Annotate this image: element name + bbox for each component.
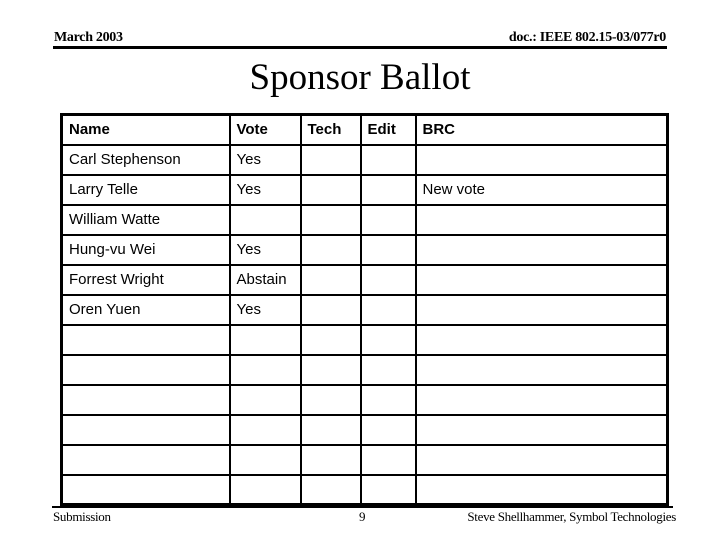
cell-vote: Yes: [228, 143, 302, 176]
table-row: [60, 473, 669, 506]
table-row: [60, 353, 669, 386]
ballot-table: Name Vote Tech Edit BRC Carl Stephenson Y…: [60, 113, 669, 506]
table-header-row: Name Vote Tech Edit BRC: [60, 113, 669, 146]
cell-name: Oren Yuen: [60, 293, 231, 326]
table-row: Larry Telle Yes New vote: [60, 173, 669, 206]
page-number: 9: [359, 509, 366, 524]
cell-tech: [299, 293, 362, 326]
cell-tech: [299, 143, 362, 176]
cell-vote: [228, 443, 302, 476]
ballot-table-body: Carl Stephenson Yes Larry Telle Yes New vote…: [60, 143, 669, 506]
cell-brc: [414, 143, 669, 176]
cell-name: [60, 473, 231, 506]
cell-vote: [228, 413, 302, 446]
cell-edit: [359, 143, 417, 176]
cell-vote: [228, 473, 302, 506]
cell-tech: [299, 353, 362, 386]
slide-title: Sponsor Ballot: [249, 57, 471, 98]
cell-vote: Yes: [228, 233, 302, 266]
cell-tech: [299, 383, 362, 416]
column-header-name: Name: [60, 113, 231, 146]
cell-vote: Yes: [228, 173, 302, 206]
table-row: [60, 383, 669, 416]
cell-edit: [359, 413, 417, 446]
cell-vote: [228, 323, 302, 356]
table-row: Oren Yuen Yes: [60, 293, 669, 326]
cell-name: Forrest Wright: [60, 263, 231, 296]
cell-brc: New vote: [414, 173, 669, 206]
cell-brc: [414, 293, 669, 326]
cell-edit: [359, 323, 417, 356]
table-row: Hung-vu Wei Yes: [60, 233, 669, 266]
footer-submission: Submission: [53, 509, 111, 524]
footer-divider: [52, 506, 673, 508]
table-row: Carl Stephenson Yes: [60, 143, 669, 176]
footer-author: Steve Shellhammer, Symbol Technologies: [467, 509, 676, 524]
cell-edit: [359, 203, 417, 236]
table-row: [60, 413, 669, 446]
cell-vote: Abstain: [228, 263, 302, 296]
cell-edit: [359, 353, 417, 386]
cell-name: Carl Stephenson: [60, 143, 231, 176]
cell-brc: [414, 473, 669, 506]
cell-tech: [299, 173, 362, 206]
cell-brc: [414, 353, 669, 386]
table-row: William Watte: [60, 203, 669, 236]
cell-tech: [299, 413, 362, 446]
cell-edit: [359, 443, 417, 476]
cell-brc: [414, 203, 669, 236]
cell-tech: [299, 473, 362, 506]
cell-vote: [228, 383, 302, 416]
cell-name: Larry Telle: [60, 173, 231, 206]
cell-name: [60, 443, 231, 476]
cell-vote: [228, 203, 302, 236]
cell-brc: [414, 233, 669, 266]
cell-tech: [299, 233, 362, 266]
cell-edit: [359, 263, 417, 296]
cell-edit: [359, 293, 417, 326]
header-doc-id: doc.: IEEE 802.15-03/077r0: [508, 30, 666, 45]
cell-tech: [299, 323, 362, 356]
table-row: [60, 323, 669, 356]
cell-edit: [359, 383, 417, 416]
cell-name: Hung-vu Wei: [60, 233, 231, 266]
cell-edit: [359, 473, 417, 506]
cell-tech: [299, 203, 362, 236]
cell-tech: [299, 443, 362, 476]
cell-tech: [299, 263, 362, 296]
column-header-tech: Tech: [299, 113, 362, 146]
cell-name: [60, 323, 231, 356]
column-header-edit: Edit: [359, 113, 417, 146]
cell-brc: [414, 263, 669, 296]
table-row: Forrest Wright Abstain: [60, 263, 669, 296]
cell-name: [60, 383, 231, 416]
table-row: [60, 443, 669, 476]
header-date: March 2003: [54, 30, 123, 45]
cell-brc: [414, 443, 669, 476]
column-header-vote: Vote: [228, 113, 302, 146]
header-divider: [53, 46, 667, 49]
cell-name: William Watte: [60, 203, 231, 236]
column-header-brc: BRC: [414, 113, 669, 146]
cell-edit: [359, 233, 417, 266]
cell-brc: [414, 383, 669, 416]
cell-name: [60, 353, 231, 386]
cell-edit: [359, 173, 417, 206]
cell-name: [60, 413, 231, 446]
cell-brc: [414, 413, 669, 446]
cell-vote: Yes: [228, 293, 302, 326]
cell-brc: [414, 323, 669, 356]
cell-vote: [228, 353, 302, 386]
